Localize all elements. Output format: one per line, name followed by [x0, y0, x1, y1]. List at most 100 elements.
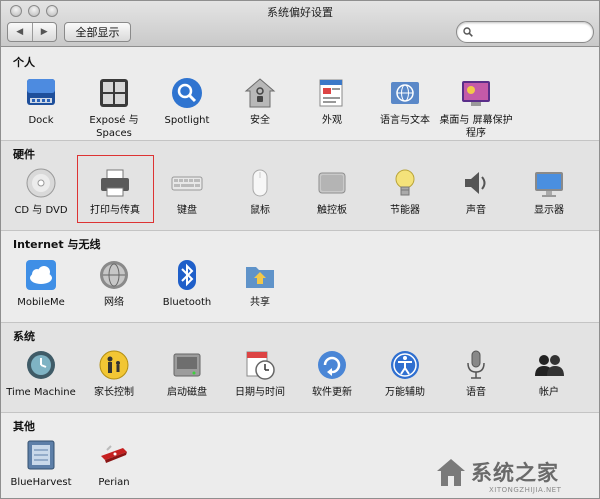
pref-pane-label: CD 与 DVD	[14, 205, 68, 216]
pref-pane-label: 语音	[466, 387, 486, 398]
pref-pane-label: 节能器	[390, 205, 420, 216]
pref-pane-label: 帐户	[539, 387, 559, 398]
pref-pane-mouse[interactable]: 鼠标	[222, 166, 298, 217]
pref-pane-label: 外观	[322, 115, 342, 126]
pref-pane-accounts[interactable]: 帐户	[511, 348, 587, 399]
pref-pane-sharing[interactable]: 共享	[222, 258, 298, 309]
sound-icon	[465, 172, 486, 194]
pref-pane-label: 鼠标	[250, 205, 270, 216]
pref-pane-label: 软件更新	[312, 387, 352, 398]
pref-pane-bluetooth[interactable]: Bluetooth	[149, 258, 225, 309]
pref-pane-cd-dvd[interactable]: CD 与 DVD	[3, 166, 79, 217]
pref-pane-label: 日期与时间	[235, 387, 285, 398]
pref-pane-label: Exposé 与 Spaces	[89, 115, 139, 139]
accounts-icon	[535, 355, 564, 376]
section-system: 系统 Time Machine 家长控制 启动磁盘 日期与时间 软件更新 万能辅…	[1, 322, 599, 412]
mobileme-icon	[26, 260, 56, 290]
pref-pane-label: 启动磁盘	[167, 387, 207, 398]
universal-access-icon	[391, 351, 419, 379]
history-nav: ◀ ▶	[7, 22, 57, 42]
parental-controls-icon	[99, 350, 129, 380]
pref-pane-time-machine[interactable]: Time Machine	[3, 348, 79, 399]
search-field[interactable]	[456, 21, 594, 43]
time-machine-icon	[27, 351, 55, 379]
appearance-icon	[319, 79, 343, 107]
pref-pane-label: 万能辅助	[385, 387, 425, 398]
pref-pane-spotlight[interactable]: Spotlight	[149, 76, 225, 127]
pref-pane-universal-access[interactable]: 万能辅助	[367, 348, 443, 399]
date-time-icon	[246, 351, 275, 380]
pref-pane-startup-disk[interactable]: 启动磁盘	[149, 348, 225, 399]
pref-pane-energy-saver[interactable]: 节能器	[367, 166, 443, 217]
pref-pane-expose[interactable]: Exposé 与 Spaces	[76, 76, 152, 140]
back-button[interactable]: ◀	[8, 23, 32, 41]
section-title: 硬件	[13, 148, 35, 161]
pref-pane-label: 桌面与 屏幕保护程序	[439, 115, 513, 139]
cd-dvd-icon	[26, 168, 56, 198]
house-logo-icon	[437, 459, 465, 486]
section-title: 系统	[13, 330, 35, 343]
watermark-text: 系统之家	[471, 461, 559, 485]
pref-pane-software-update[interactable]: 软件更新	[294, 348, 370, 399]
pref-pane-label: 语言与文本	[380, 115, 430, 126]
pref-pane-network[interactable]: 网络	[76, 258, 152, 309]
startup-disk-icon	[173, 353, 201, 377]
pref-pane-displays[interactable]: 显示器	[511, 166, 587, 217]
mouse-icon	[252, 169, 268, 197]
pref-pane-label: MobileMe	[17, 297, 65, 308]
spotlight-icon	[172, 78, 202, 108]
language-icon	[391, 82, 419, 104]
dock-icon	[27, 79, 55, 105]
section-personal: 个人 Dock Exposé 与 Spaces Spotlight 安全 外观 …	[1, 48, 599, 140]
forward-arrow-icon: ▶	[40, 27, 48, 37]
pref-pane-blueharvest[interactable]: BlueHarvest	[3, 438, 79, 489]
pref-pane-date-time[interactable]: 日期与时间	[222, 348, 298, 399]
pref-pane-keyboard[interactable]: 键盘	[149, 166, 225, 217]
pref-pane-trackpad[interactable]: 触控板	[294, 166, 370, 217]
title-bar: 系统偏好设置 ◀ ▶ 全部显示	[1, 1, 599, 47]
section-title: 其他	[13, 420, 35, 433]
bluetooth-icon	[178, 260, 196, 290]
network-icon	[100, 261, 128, 289]
pref-pane-label: 家长控制	[94, 387, 134, 398]
trackpad-icon	[318, 172, 346, 194]
pref-pane-parental-controls[interactable]: 家长控制	[76, 348, 152, 399]
watermark-subtext: XITONGZHIJIA.NET	[489, 486, 562, 494]
show-all-button[interactable]: 全部显示	[64, 22, 131, 42]
pref-pane-dock[interactable]: Dock	[3, 76, 79, 127]
pref-pane-label: Dock	[28, 115, 54, 126]
pref-pane-mobileme[interactable]: MobileMe	[3, 258, 79, 309]
pref-pane-security[interactable]: 安全	[222, 76, 298, 127]
pref-pane-label: 触控板	[317, 205, 347, 216]
pref-pane-speech[interactable]: 语音	[438, 348, 514, 399]
pref-pane-sound[interactable]: 声音	[438, 166, 514, 217]
speech-icon	[467, 350, 485, 379]
expose-icon	[100, 79, 128, 107]
pref-pane-label: 安全	[250, 115, 270, 126]
pref-pane-desktop-screensaver[interactable]: 桌面与 屏幕保护程序	[438, 76, 514, 140]
sharing-icon	[246, 267, 274, 288]
pref-pane-label: 网络	[104, 297, 124, 308]
pref-pane-label: 显示器	[534, 205, 564, 216]
pref-pane-language-text[interactable]: 语言与文本	[367, 76, 443, 127]
display-icon	[535, 172, 563, 197]
selected-item-highlight	[77, 155, 154, 223]
pref-pane-label: Time Machine	[6, 387, 76, 398]
pref-pane-label: Perian	[98, 477, 130, 488]
search-input[interactable]	[477, 26, 587, 38]
back-arrow-icon: ◀	[16, 27, 24, 37]
section-internet-wireless: Internet 与无线 MobileMe 网络 Bluetooth 共享	[1, 230, 599, 322]
search-icon	[463, 27, 473, 37]
blueharvest-icon	[27, 440, 55, 470]
pref-pane-perian[interactable]: Perian	[76, 438, 152, 489]
window-title: 系统偏好设置	[267, 6, 333, 19]
pref-pane-label: 键盘	[177, 205, 197, 216]
forward-button[interactable]: ▶	[31, 23, 57, 41]
site-watermark: 系统之家 XITONGZHIJIA.NET	[431, 453, 599, 497]
pref-pane-appearance[interactable]: 外观	[294, 76, 370, 127]
keyboard-icon	[171, 176, 203, 191]
security-icon	[244, 78, 276, 108]
software-update-icon	[318, 351, 346, 379]
system-preferences-window: 系统偏好设置 ◀ ▶ 全部显示 个人 Dock Exposé 与 Spaces …	[0, 0, 600, 499]
section-title: Internet 与无线	[13, 238, 101, 251]
